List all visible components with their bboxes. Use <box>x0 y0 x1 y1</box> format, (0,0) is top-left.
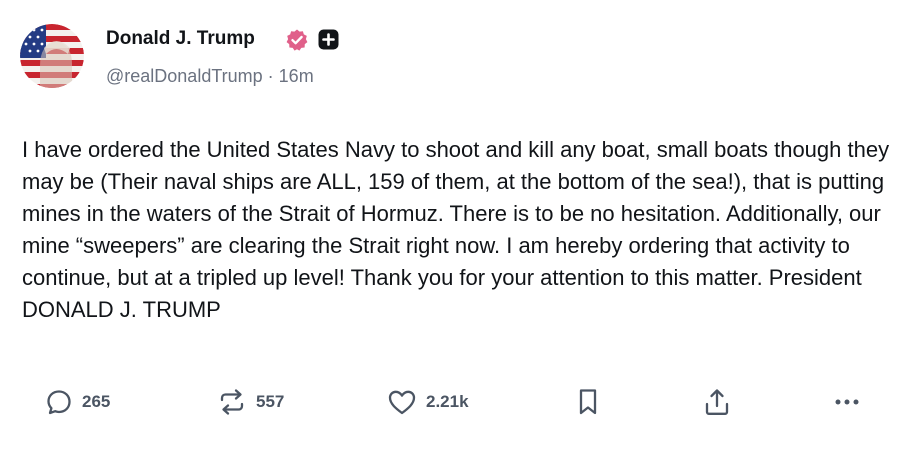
like-count: 2.21k <box>426 392 469 411</box>
more-options-button[interactable] <box>832 386 862 418</box>
author-handle[interactable]: @realDonaldTrump <box>106 66 263 86</box>
heart-icon <box>386 387 418 417</box>
repost-count: 557 <box>256 392 285 411</box>
post-body: I have ordered the United States Navy to… <box>22 137 890 322</box>
more-horizontal-icon <box>832 387 862 417</box>
avatar[interactable] <box>20 24 84 88</box>
author-handle-line: @realDonaldTrump · 16m <box>106 66 314 87</box>
plus-square-icon <box>318 29 339 50</box>
bookmark-icon <box>575 386 601 418</box>
reply-button[interactable]: 265 <box>44 386 110 418</box>
post-card: Donald J. Trump @realDonaldTrump · 16m I… <box>0 0 900 450</box>
like-button[interactable]: 2.21k <box>386 386 469 418</box>
chat-bubble-icon <box>44 387 74 417</box>
share-button[interactable] <box>702 386 732 418</box>
repost-button[interactable]: 557 <box>216 386 284 418</box>
post-time[interactable]: 16m <box>279 66 314 86</box>
share-upload-icon <box>702 386 732 418</box>
meta-separator: · <box>262 66 279 86</box>
verified-badge-icon <box>285 28 309 52</box>
avatar-image <box>20 24 84 88</box>
repost-arrows-icon <box>216 387 248 417</box>
author-display-name[interactable]: Donald J. Trump <box>106 28 255 50</box>
bookmark-button[interactable] <box>575 386 601 418</box>
reply-count: 265 <box>82 392 111 411</box>
